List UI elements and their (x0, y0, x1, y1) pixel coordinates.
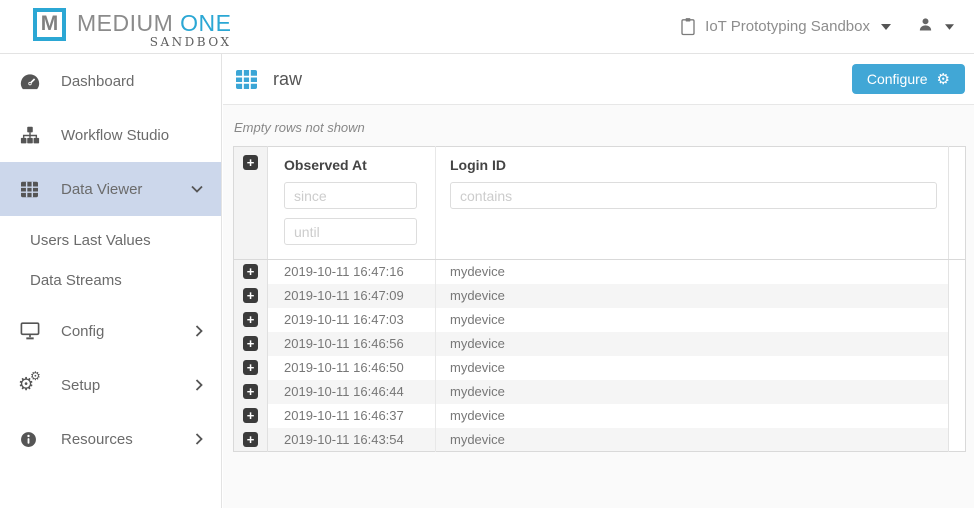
observed-at-cell: 2019-10-11 16:47:03 (268, 308, 436, 332)
table-header: + Observed At Login ID (234, 147, 966, 260)
observed-at-cell: 2019-10-11 16:46:44 (268, 380, 436, 404)
gear-icon: ⚙ (937, 72, 950, 87)
chevron-right-icon (195, 379, 203, 391)
user-menu[interactable] (917, 16, 954, 37)
page-title: raw (273, 69, 302, 90)
expand-row-button[interactable]: + (243, 432, 258, 447)
data-table: + Observed At Login ID +2019-10-11 16:47… (233, 146, 966, 452)
scrollbar-gutter (949, 332, 966, 356)
sidebar: Dashboard Workflow Studio Data Viewe (0, 54, 222, 508)
scrollbar-gutter (949, 380, 966, 404)
sidebar-item-label: Data Streams (30, 272, 122, 289)
login-id-cell: mydevice (436, 380, 949, 404)
table-icon (235, 69, 258, 90)
scrollbar-gutter (949, 308, 966, 332)
monitor-icon (20, 322, 42, 340)
table-icon (20, 181, 42, 198)
since-filter-input[interactable] (284, 182, 417, 209)
column-header-observed-at: Observed At (284, 157, 434, 173)
login-id-cell: mydevice (436, 356, 949, 380)
expand-row-button[interactable]: + (243, 336, 258, 351)
table-row: +2019-10-11 16:47:03mydevice (234, 308, 966, 332)
sidebar-item-resources[interactable]: Resources (0, 412, 221, 466)
clipboard-icon (680, 17, 696, 36)
expand-all-button[interactable]: + (243, 155, 258, 170)
sitemap-icon (20, 126, 42, 145)
sidebar-item-label: Data Viewer (61, 181, 142, 198)
brand-name: MEDIUM (77, 10, 173, 36)
sidebar-item-label: Setup (61, 377, 100, 394)
chevron-down-icon (191, 185, 203, 193)
scrollbar-gutter (949, 428, 966, 452)
table-row: +2019-10-11 16:43:54mydevice (234, 428, 966, 452)
table-row: +2019-10-11 16:47:09mydevice (234, 284, 966, 308)
user-caret-down-icon (945, 24, 954, 30)
scrollbar-gutter (949, 260, 966, 284)
login-id-cell: mydevice (436, 260, 949, 284)
brand-text: MEDIUM ONE SANDBOX (77, 5, 232, 49)
gears-icon: ⚙⚙ (20, 374, 42, 396)
login-id-cell: mydevice (436, 284, 949, 308)
info-icon (20, 431, 42, 448)
logo-mark: M (33, 8, 66, 41)
sidebar-item-workflow-studio[interactable]: Workflow Studio (0, 108, 221, 162)
sidebar-item-label: Config (61, 323, 104, 340)
observed-at-cell: 2019-10-11 16:46:56 (268, 332, 436, 356)
contains-filter-input[interactable] (450, 182, 937, 209)
main-content: raw Configure ⚙ Empty rows not shown + O… (223, 54, 974, 508)
expand-row-button[interactable]: + (243, 312, 258, 327)
sidebar-item-label: Users Last Values (30, 232, 151, 249)
expand-row-button[interactable]: + (243, 384, 258, 399)
chevron-right-icon (195, 325, 203, 337)
user-icon (917, 16, 934, 37)
sidebar-item-config[interactable]: Config (0, 304, 221, 358)
table-row: +2019-10-11 16:46:50mydevice (234, 356, 966, 380)
login-id-cell: mydevice (436, 332, 949, 356)
table-row: +2019-10-11 16:47:16mydevice (234, 260, 966, 284)
expand-row-button[interactable]: + (243, 408, 258, 423)
sidebar-item-users-last-values[interactable]: Users Last Values (0, 220, 221, 260)
sidebar-item-label: Resources (61, 431, 133, 448)
scrollbar-gutter (949, 356, 966, 380)
brand-logo[interactable]: M MEDIUM ONE SANDBOX (33, 5, 232, 49)
expand-row-button[interactable]: + (243, 264, 258, 279)
scrollbar-gutter (949, 404, 966, 428)
gauge-icon (20, 73, 42, 90)
login-id-cell: mydevice (436, 308, 949, 332)
observed-at-cell: 2019-10-11 16:47:09 (268, 284, 436, 308)
observed-at-cell: 2019-10-11 16:43:54 (268, 428, 436, 452)
expand-row-button[interactable]: + (243, 360, 258, 375)
table-row: +2019-10-11 16:46:37mydevice (234, 404, 966, 428)
sidebar-item-setup[interactable]: ⚙⚙ Setup (0, 358, 221, 412)
login-id-cell: mydevice (436, 428, 949, 452)
until-filter-input[interactable] (284, 218, 417, 245)
top-bar: M MEDIUM ONE SANDBOX IoT Prototyping San… (0, 0, 974, 54)
table-row: +2019-10-11 16:46:56mydevice (234, 332, 966, 356)
sidebar-item-data-viewer[interactable]: Data Viewer (0, 162, 221, 216)
configure-button[interactable]: Configure ⚙ (852, 64, 965, 94)
login-id-cell: mydevice (436, 404, 949, 428)
brand-name-accent: ONE (180, 10, 231, 36)
workspace-selector-label[interactable]: IoT Prototyping Sandbox (705, 18, 870, 35)
sidebar-item-label: Dashboard (61, 73, 134, 90)
expand-row-button[interactable]: + (243, 288, 258, 303)
table-body: +2019-10-11 16:47:16mydevice+2019-10-11 … (234, 260, 966, 452)
logo-letter: M (41, 12, 59, 36)
content-header: raw Configure ⚙ (223, 54, 974, 105)
observed-at-cell: 2019-10-11 16:47:16 (268, 260, 436, 284)
scrollbar-gutter (949, 284, 966, 308)
sidebar-item-label: Workflow Studio (61, 127, 169, 144)
empty-rows-note: Empty rows not shown (234, 120, 974, 135)
table-row: +2019-10-11 16:46:44mydevice (234, 380, 966, 404)
sidebar-item-data-streams[interactable]: Data Streams (0, 260, 221, 300)
observed-at-cell: 2019-10-11 16:46:37 (268, 404, 436, 428)
sidebar-item-dashboard[interactable]: Dashboard (0, 54, 221, 108)
workspace-caret-down-icon[interactable] (881, 24, 891, 30)
brand-subtitle: SANDBOX (77, 36, 232, 49)
observed-at-cell: 2019-10-11 16:46:50 (268, 356, 436, 380)
top-bar-right: IoT Prototyping Sandbox (680, 16, 954, 37)
chevron-right-icon (195, 433, 203, 445)
column-header-login-id: Login ID (450, 157, 947, 173)
scrollbar-gutter (949, 147, 966, 260)
